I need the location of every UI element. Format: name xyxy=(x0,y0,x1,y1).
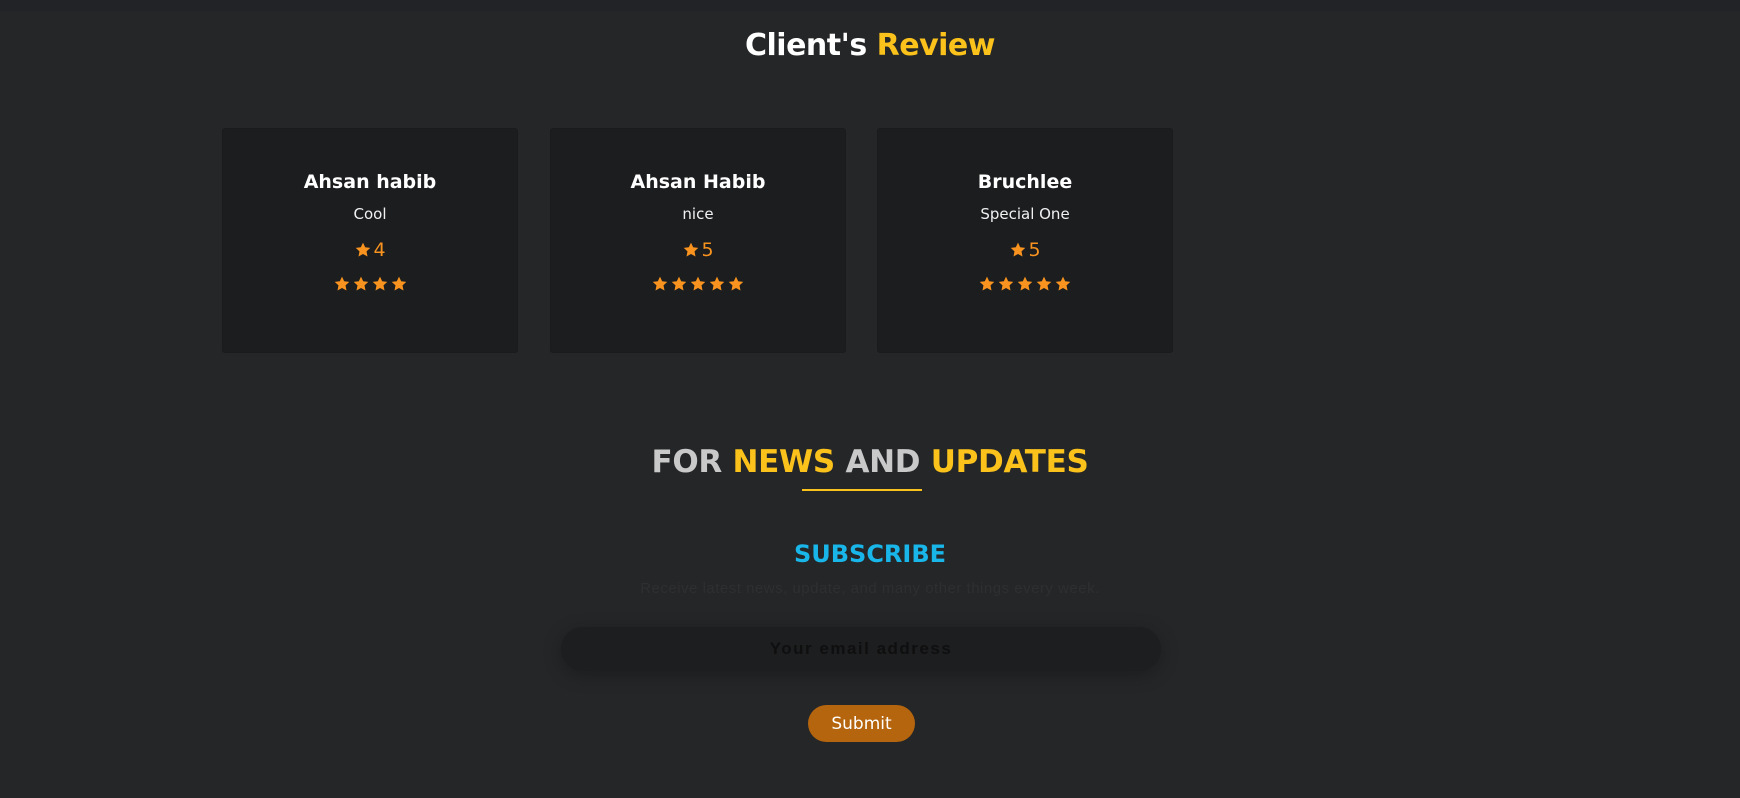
review-card: Ahsan habib Cool 4 xyxy=(222,128,518,353)
star-row xyxy=(223,275,517,293)
star-row xyxy=(878,275,1172,293)
star-icon xyxy=(728,276,744,291)
star-icon xyxy=(334,276,349,291)
newsletter-title-and: AND xyxy=(834,444,931,480)
star-icon xyxy=(1017,276,1033,291)
star-icon xyxy=(356,242,371,257)
star-row xyxy=(551,275,845,293)
title-underline xyxy=(802,489,922,491)
review-rating: 5 xyxy=(551,239,845,261)
star-icon xyxy=(353,276,368,291)
review-comment: Special One xyxy=(980,205,1070,223)
reviews-title-main: Client's xyxy=(745,28,877,63)
star-icon xyxy=(652,276,668,291)
submit-button[interactable]: Submit xyxy=(808,705,915,742)
rating-value: 5 xyxy=(701,239,714,261)
reviews-section-title: Client's Review xyxy=(0,28,1740,63)
star-icon xyxy=(372,276,387,291)
star-icon xyxy=(391,276,406,291)
rating-value: 4 xyxy=(373,239,386,261)
review-comment: nice xyxy=(682,205,714,223)
star-icon xyxy=(979,276,995,291)
star-icon xyxy=(684,242,699,257)
review-rating: 4 xyxy=(223,239,517,261)
email-input[interactable] xyxy=(561,627,1161,671)
rating-value: 5 xyxy=(1028,239,1041,261)
reviews-title-accent: Review xyxy=(876,28,996,63)
reviewer-name: Ahsan Habib xyxy=(630,171,766,193)
star-icon xyxy=(1055,276,1071,291)
star-icon xyxy=(690,276,706,291)
star-icon xyxy=(1036,276,1052,291)
review-rating: 5 xyxy=(878,239,1172,261)
newsletter-title-updates: UPDATES xyxy=(930,444,1089,480)
newsletter-title: FOR NEWS AND UPDATES xyxy=(0,444,1740,480)
review-comment: Cool xyxy=(353,205,387,223)
newsletter-title-news: NEWS xyxy=(732,444,836,480)
top-strip xyxy=(0,0,1740,11)
star-icon xyxy=(709,276,725,291)
review-card: Bruchlee Special One 5 xyxy=(877,128,1173,353)
newsletter-title-for: FOR xyxy=(651,444,733,480)
star-icon xyxy=(998,276,1014,291)
reviewer-name: Bruchlee xyxy=(977,171,1073,193)
star-icon xyxy=(671,276,687,291)
star-icon xyxy=(1011,242,1026,257)
review-card: Ahsan Habib nice 5 xyxy=(550,128,846,353)
subscribe-subtitle: Receive latest news, update, and many ot… xyxy=(640,580,1100,597)
reviewer-name: Ahsan habib xyxy=(303,171,437,193)
subscribe-heading: SUBSCRIBE xyxy=(793,540,947,568)
